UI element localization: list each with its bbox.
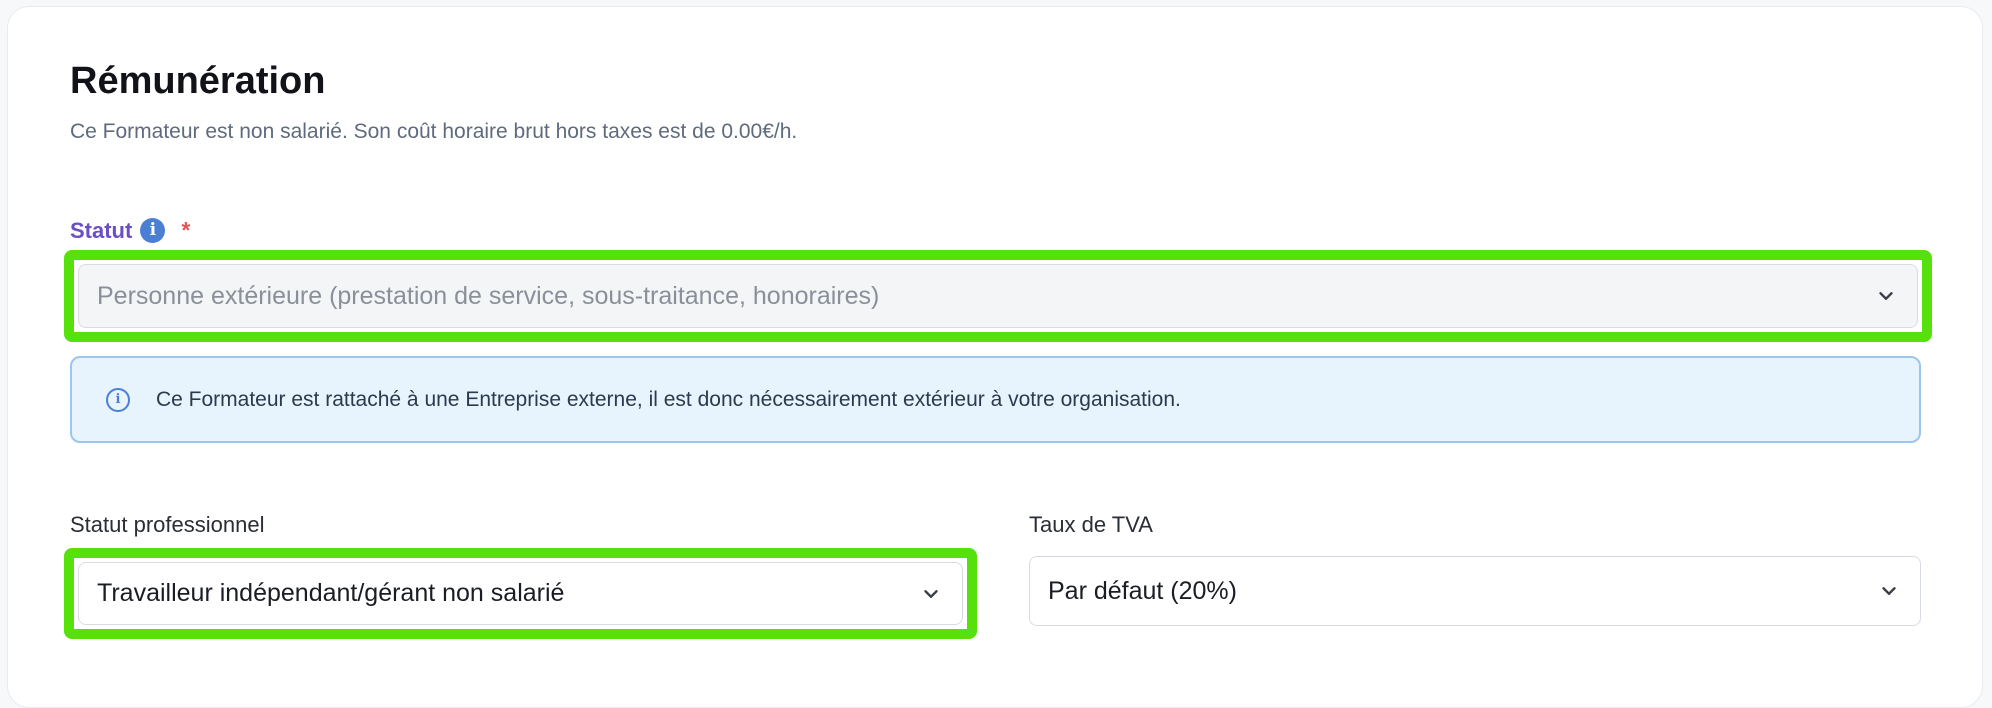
taux-tva-label: Taux de TVA xyxy=(1029,512,1153,537)
external-company-alert: i Ce Formateur est rattaché à une Entrep… xyxy=(70,356,1921,443)
statut-professionnel-select[interactable]: Travailleur indépendant/gérant non salar… xyxy=(78,562,963,625)
section-description: Ce Formateur est non salarié. Son coût h… xyxy=(70,120,798,143)
chevron-down-icon xyxy=(924,589,938,598)
required-asterisk: * xyxy=(181,217,191,243)
statut-select-value: Personne extérieure (prestation de servi… xyxy=(97,281,880,310)
statut-select[interactable]: Personne extérieure (prestation de servi… xyxy=(78,264,1918,328)
alert-message: Ce Formateur est rattaché à une Entrepri… xyxy=(156,387,1181,411)
taux-tva-value: Par défaut (20%) xyxy=(1048,576,1237,605)
chevron-down-icon xyxy=(1882,587,1896,595)
chevron-down-icon xyxy=(1879,292,1893,300)
statut-professionnel-label: Statut professionnel xyxy=(70,512,265,537)
info-outline-icon: i xyxy=(106,387,130,412)
info-circle-icon[interactable]: i xyxy=(140,218,166,243)
taux-tva-select[interactable]: Par défaut (20%) xyxy=(1029,556,1921,626)
statut-label-text: Statut xyxy=(70,217,133,243)
section-title: Rémunération xyxy=(70,60,326,102)
statut-professionnel-value: Travailleur indépendant/gérant non salar… xyxy=(97,579,565,607)
statut-label: Statut i * xyxy=(70,217,190,244)
